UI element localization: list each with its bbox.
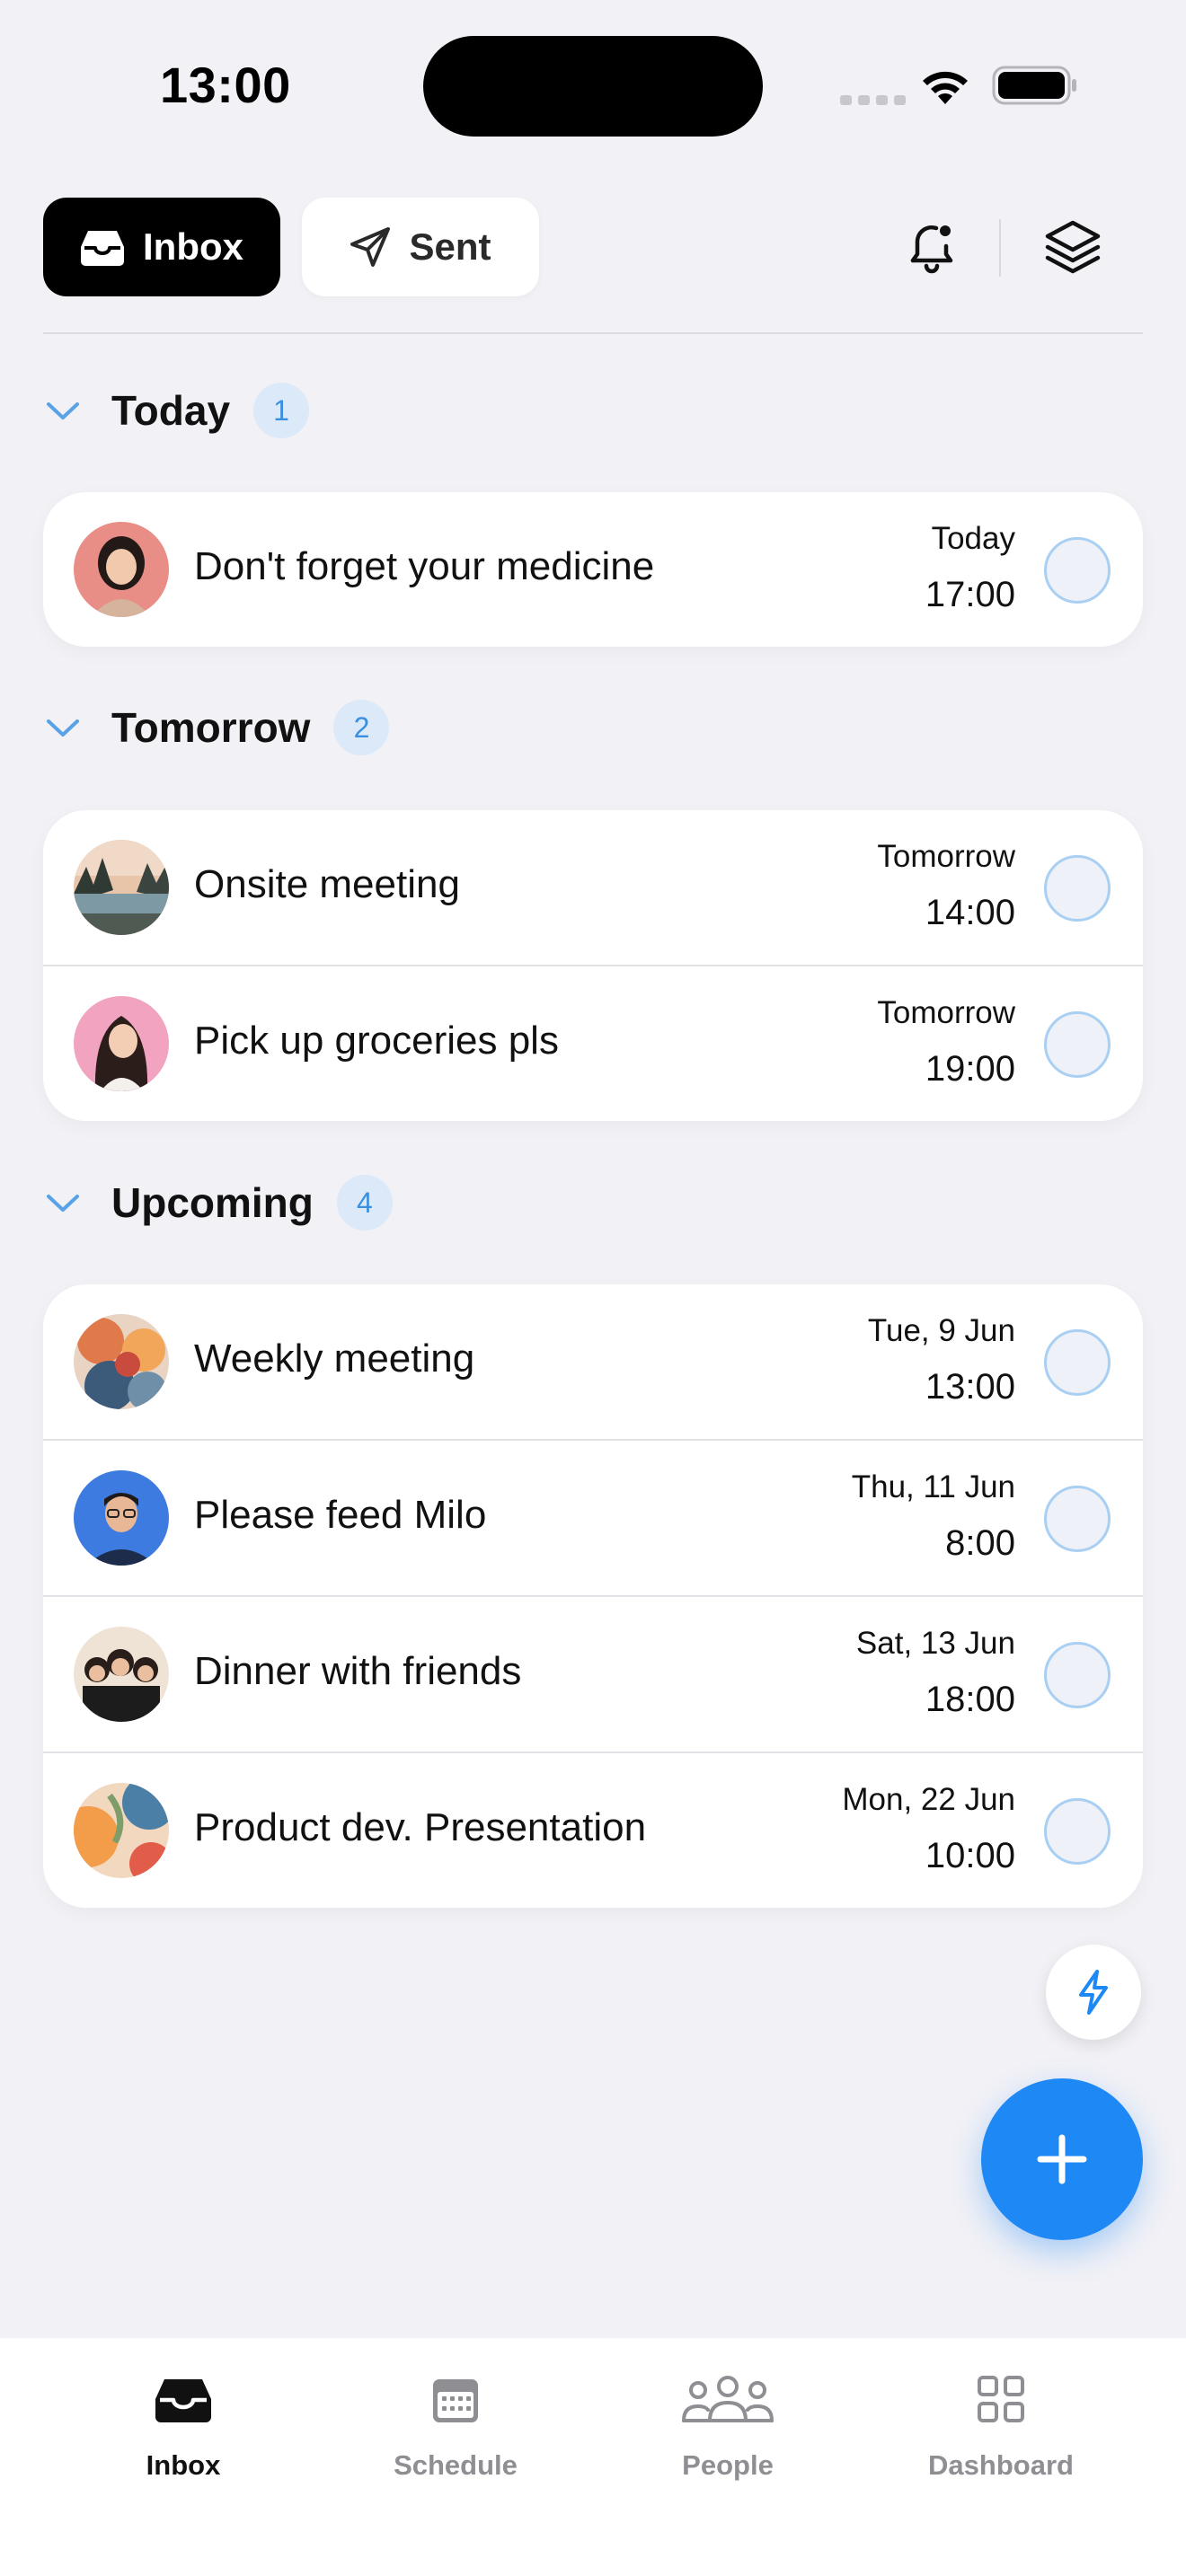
item-date: Tomorrow (877, 995, 1015, 1030)
quick-action-button[interactable] (1046, 1945, 1141, 2040)
plus-icon (1037, 2134, 1087, 2184)
item-time: 10:00 (925, 1836, 1015, 1875)
grid-icon (978, 2376, 1024, 2422)
inbox-segment-label: Inbox (143, 225, 243, 268)
dynamic-island (423, 36, 763, 137)
item-time: 19:00 (925, 1049, 1015, 1089)
list-item[interactable]: Please feed Milo Thu, 11 Jun 8:00 (43, 1441, 1143, 1597)
item-time: 17:00 (925, 575, 1015, 614)
status-time: 13:00 (160, 57, 291, 113)
avatar (74, 840, 169, 935)
count-badge: 4 (336, 1175, 393, 1231)
paper-plane-icon (350, 227, 391, 267)
item-date: Mon, 22 Jun (842, 1782, 1015, 1817)
tab-label: Dashboard (928, 2449, 1074, 2481)
list-item[interactable]: Dinner with friends Sat, 13 Jun 18:00 (43, 1597, 1143, 1753)
bell-icon[interactable] (900, 216, 963, 278)
today-card: Don't forget your medicine Today 17:00 (43, 492, 1143, 647)
complete-checkbox[interactable] (1044, 1329, 1111, 1396)
tab-people[interactable]: People (629, 2374, 827, 2509)
item-title: Dinner with friends (194, 1649, 522, 1693)
upcoming-card: Weekly meeting Tue, 9 Jun 13:00 Please f… (43, 1284, 1143, 1908)
chevron-down-icon (47, 1195, 79, 1212)
complete-checkbox[interactable] (1044, 1486, 1111, 1552)
item-date: Tue, 9 Jun (867, 1313, 1015, 1348)
chevron-down-icon (47, 719, 79, 737)
add-task-button[interactable] (981, 2078, 1143, 2240)
complete-checkbox[interactable] (1044, 1011, 1111, 1078)
complete-checkbox[interactable] (1044, 1798, 1111, 1865)
item-title: Don't forget your medicine (194, 544, 655, 588)
calendar-icon (433, 2379, 478, 2422)
section-title: Upcoming (111, 1179, 314, 1226)
list-item[interactable]: Product dev. Presentation Mon, 22 Jun 10… (43, 1753, 1143, 1908)
cellular-signal-icon (840, 95, 906, 105)
section-header-upcoming[interactable]: Upcoming 4 (43, 1167, 393, 1239)
count-badge: 2 (333, 700, 390, 755)
inbox-segment-button[interactable]: Inbox (43, 198, 280, 296)
battery-icon (992, 66, 1076, 105)
avatar (74, 522, 169, 617)
avatar (74, 996, 169, 1091)
tab-bar: Inbox Schedule People Dashboard (0, 2338, 1186, 2576)
count-badge: 1 (253, 383, 310, 438)
avatar (74, 1470, 169, 1566)
avatar (74, 1783, 169, 1878)
item-title: Weekly meeting (194, 1337, 475, 1381)
inbox-icon (155, 2379, 211, 2422)
section-header-tomorrow[interactable]: Tomorrow 2 (43, 692, 390, 763)
header-divider (999, 219, 1001, 277)
section-title: Today (111, 387, 231, 434)
complete-checkbox[interactable] (1044, 537, 1111, 604)
complete-checkbox[interactable] (1044, 1642, 1111, 1708)
header-divider-line (43, 332, 1143, 334)
tab-dashboard[interactable]: Dashboard (902, 2374, 1100, 2509)
item-date: Thu, 11 Jun (851, 1469, 1015, 1504)
section-title: Tomorrow (111, 704, 311, 751)
tab-label: Inbox (146, 2449, 221, 2481)
inbox-tray-icon (81, 231, 124, 266)
sent-segment-label: Sent (409, 225, 491, 268)
avatar (74, 1314, 169, 1409)
complete-checkbox[interactable] (1044, 855, 1111, 922)
layers-icon[interactable] (1040, 216, 1105, 280)
list-item[interactable]: Don't forget your medicine Today 17:00 (43, 492, 1143, 647)
item-date: Sat, 13 Jun (855, 1626, 1015, 1661)
people-icon (682, 2376, 774, 2422)
tab-label: Schedule (394, 2449, 518, 2481)
item-title: Product dev. Presentation (194, 1805, 647, 1849)
lightning-bolt-icon (1079, 1970, 1108, 2015)
header: Inbox Sent (43, 198, 1143, 298)
section-header-today[interactable]: Today 1 (43, 375, 310, 446)
item-time: 13:00 (925, 1367, 1015, 1407)
tab-inbox[interactable]: Inbox (84, 2374, 282, 2509)
chevron-down-icon (47, 402, 79, 419)
list-item[interactable]: Onsite meeting Tomorrow 14:00 (43, 810, 1143, 966)
tab-label: People (682, 2449, 774, 2481)
item-time: 18:00 (925, 1680, 1015, 1719)
item-time: 14:00 (925, 893, 1015, 932)
list-item[interactable]: Weekly meeting Tue, 9 Jun 13:00 (43, 1284, 1143, 1441)
item-date: Today (931, 521, 1015, 556)
status-bar: 13:00 (0, 0, 1186, 171)
list-item[interactable]: Pick up groceries pls Tomorrow 19:00 (43, 966, 1143, 1121)
item-title: Onsite meeting (194, 862, 460, 906)
item-title: Pick up groceries pls (194, 1019, 559, 1063)
sent-segment-button[interactable]: Sent (302, 198, 539, 296)
wifi-icon (923, 71, 968, 104)
item-date: Tomorrow (877, 839, 1015, 874)
tab-schedule[interactable]: Schedule (357, 2374, 554, 2509)
item-title: Please feed Milo (194, 1493, 487, 1537)
avatar (74, 1627, 169, 1722)
tomorrow-card: Onsite meeting Tomorrow 14:00 Pick up gr… (43, 810, 1143, 1121)
item-time: 8:00 (945, 1523, 1015, 1563)
